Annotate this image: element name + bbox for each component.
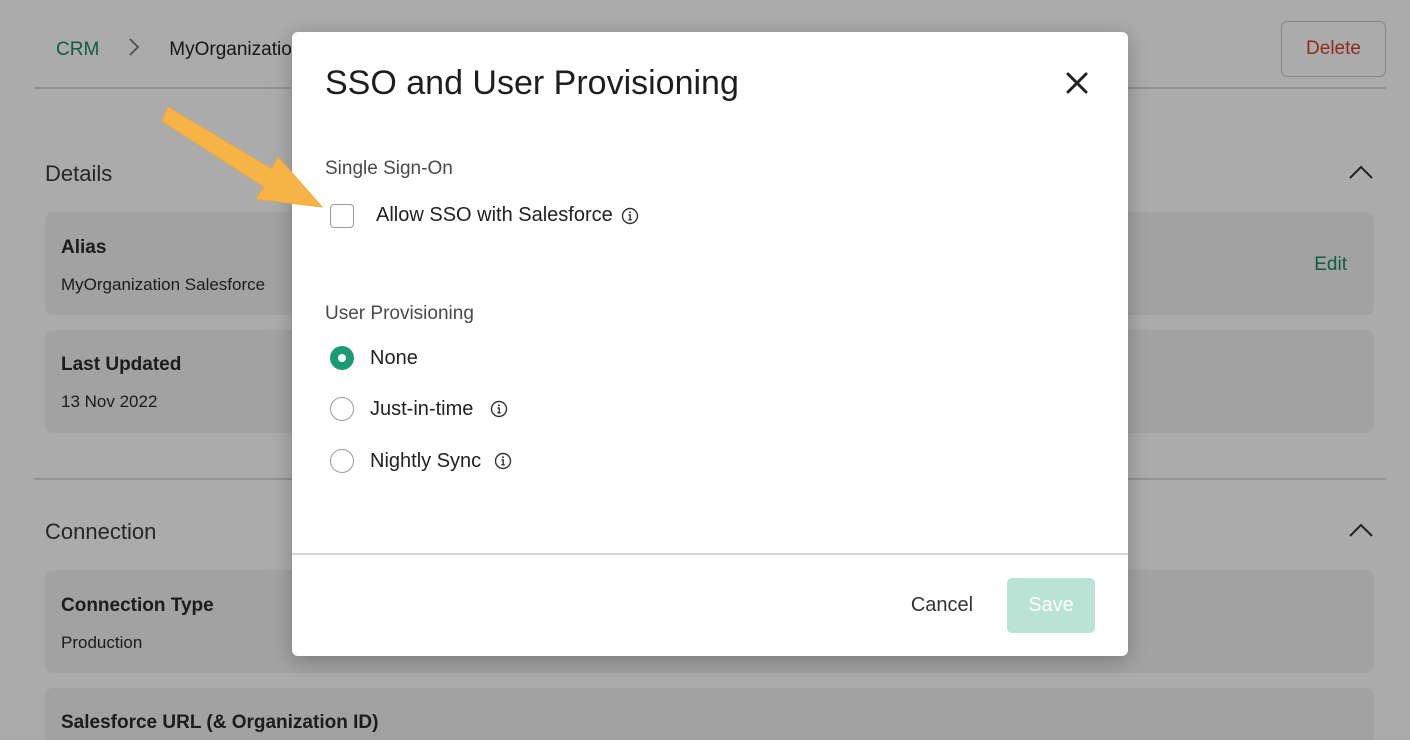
allow-sso-checkbox[interactable] (330, 204, 354, 228)
sso-provisioning-dialog: SSO and User Provisioning Single Sign-On… (292, 32, 1128, 656)
radio-none-label[interactable]: None (370, 347, 418, 370)
footer-divider (292, 553, 1128, 555)
radio-nightly-sync[interactable] (330, 449, 354, 473)
info-icon[interactable] (490, 400, 508, 418)
radio-just-in-time-label[interactable]: Just-in-time (370, 398, 473, 421)
info-icon[interactable] (621, 207, 639, 225)
radio-none[interactable] (330, 346, 354, 370)
radio-just-in-time[interactable] (330, 397, 354, 421)
close-icon (1066, 72, 1088, 94)
provisioning-heading: User Provisioning (325, 303, 474, 324)
sso-heading: Single Sign-On (325, 158, 453, 179)
allow-sso-label[interactable]: Allow SSO with Salesforce (376, 204, 613, 227)
info-icon[interactable] (494, 452, 512, 470)
arrow-pointer-icon (161, 106, 324, 208)
dialog-title: SSO and User Provisioning (325, 64, 739, 102)
close-button[interactable] (1062, 68, 1092, 98)
save-button[interactable]: Save (1007, 578, 1095, 633)
radio-nightly-sync-label[interactable]: Nightly Sync (370, 450, 481, 473)
cancel-button[interactable]: Cancel (892, 580, 992, 630)
